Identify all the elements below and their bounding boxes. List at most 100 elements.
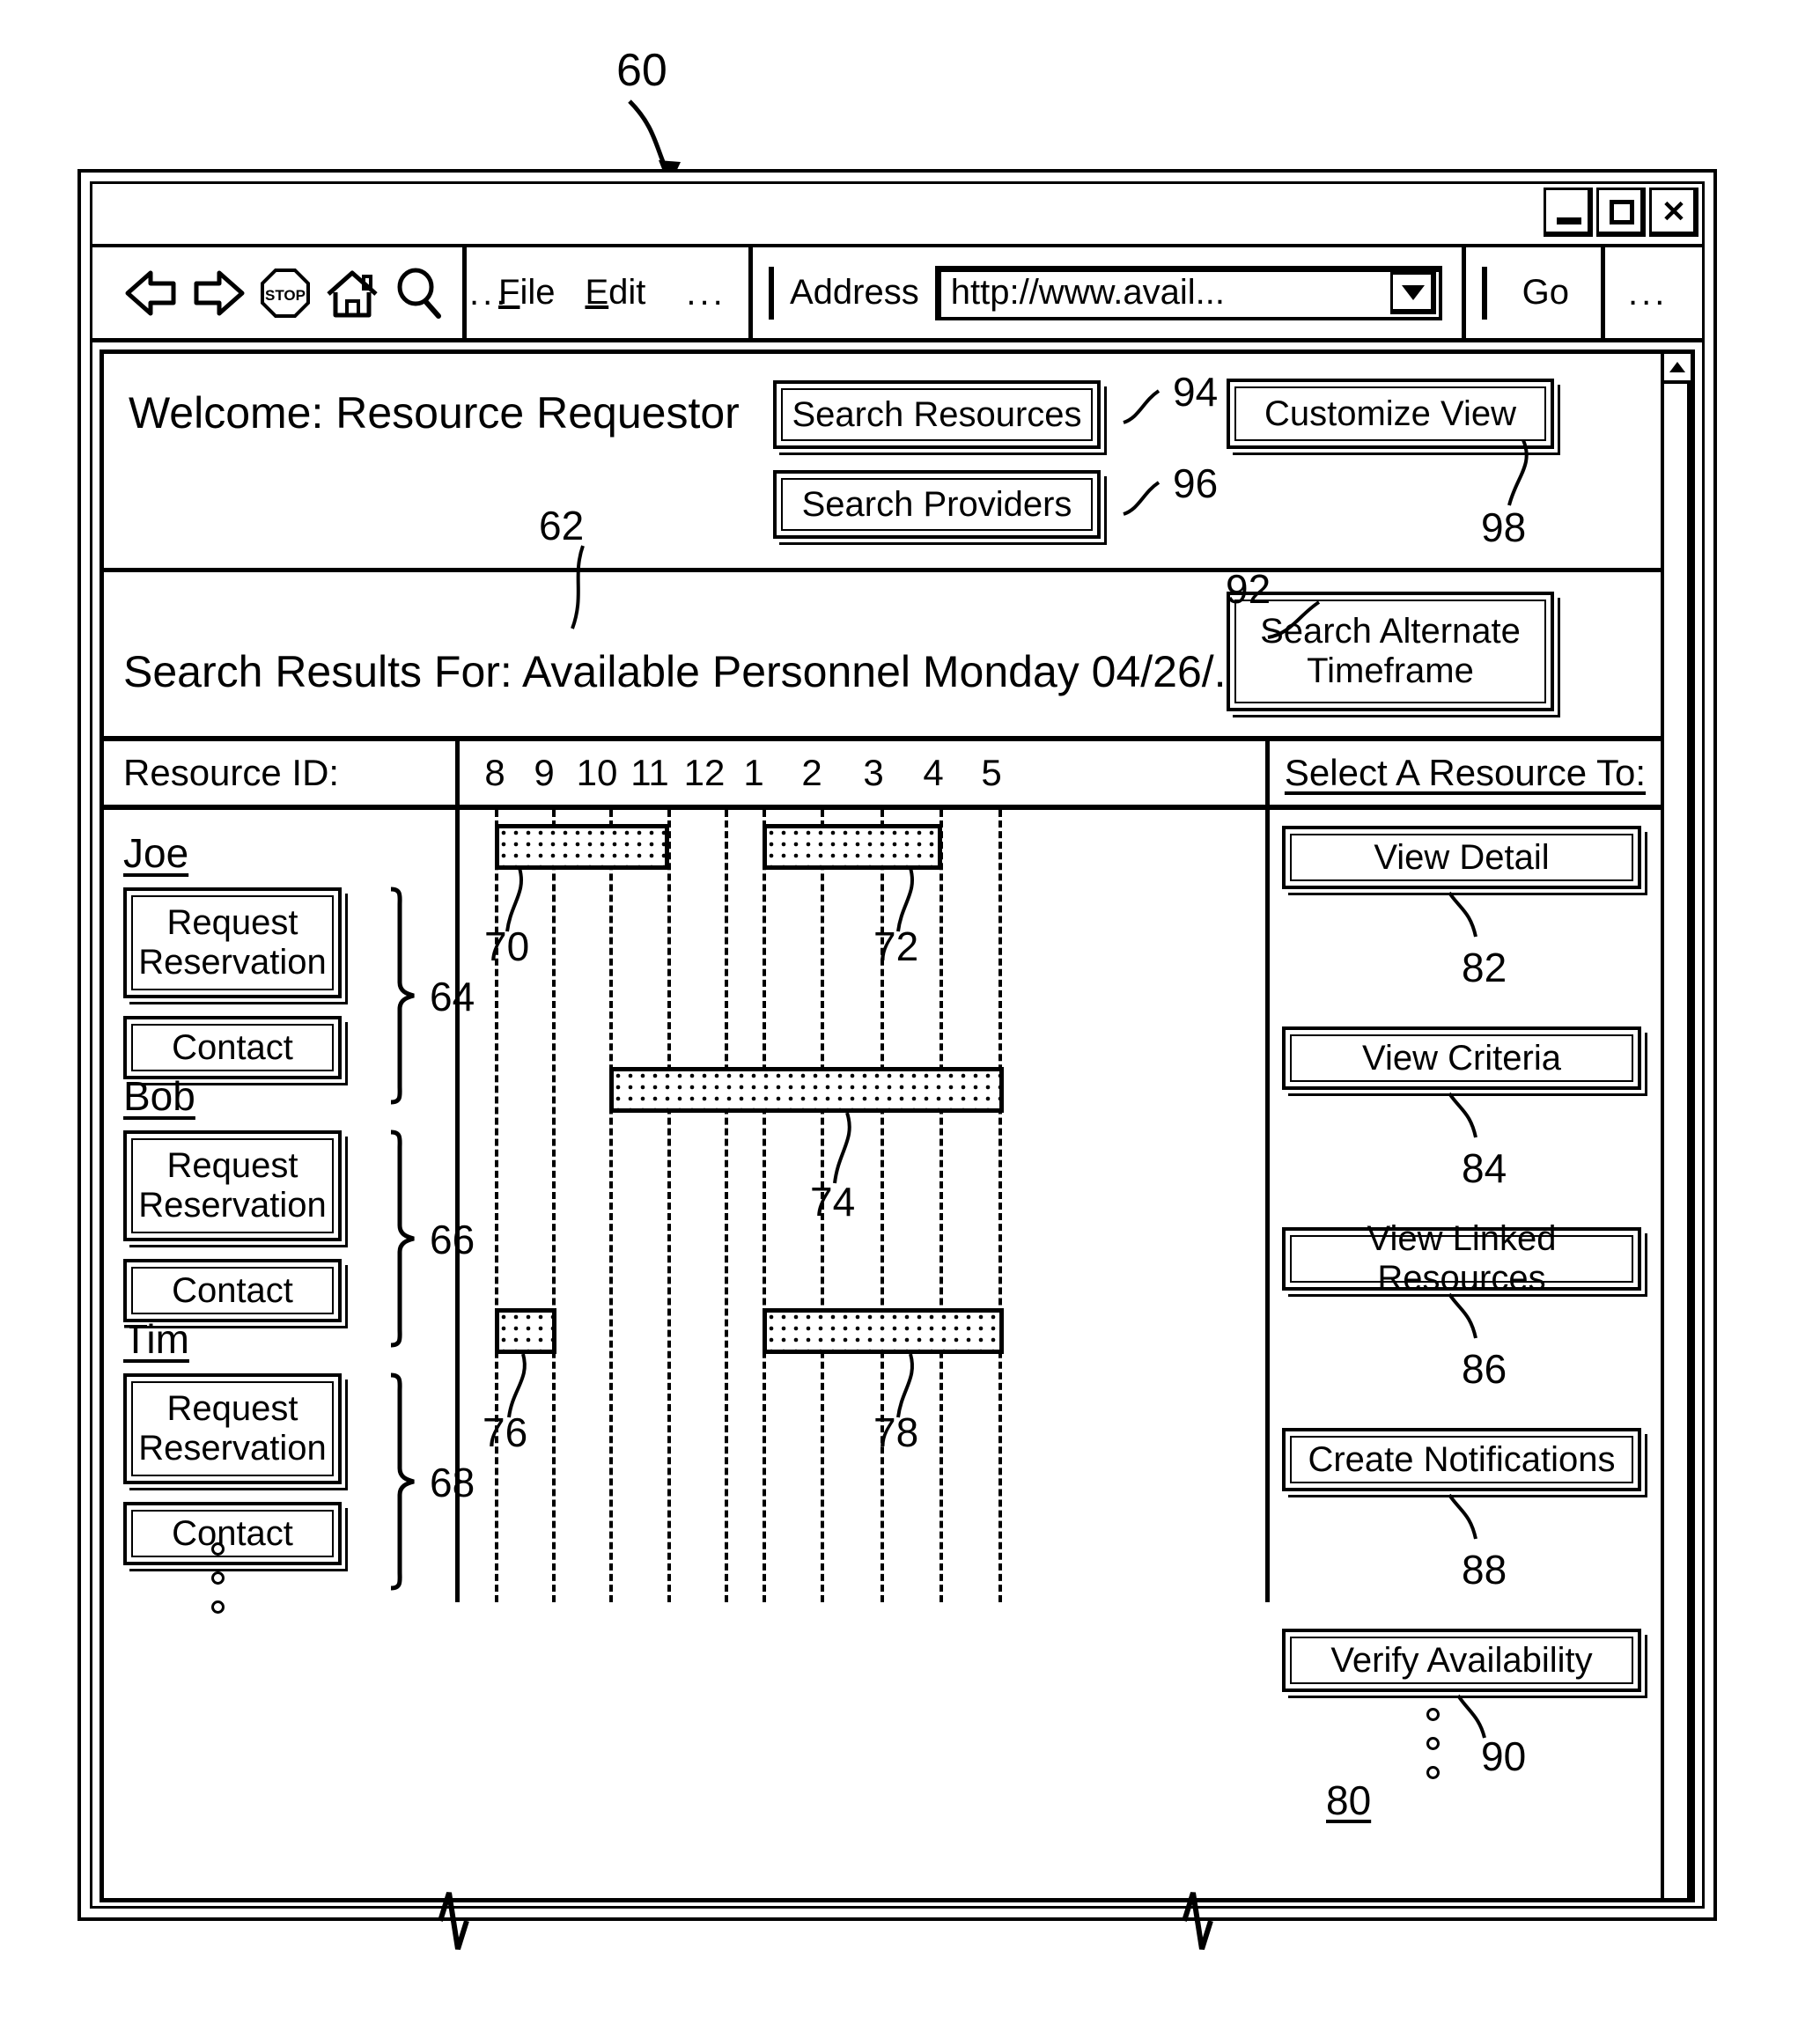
callout-72: 72	[873, 923, 919, 969]
resource-entry-bob: Bob Request Reservation Contact	[123, 1072, 387, 1322]
callout-70: 70	[484, 923, 530, 969]
availability-bar-78[interactable]	[763, 1308, 1004, 1354]
availability-bar-74[interactable]	[609, 1067, 1004, 1113]
minimize-button[interactable]	[1544, 188, 1593, 237]
hour-tick-3: 3	[863, 752, 884, 793]
go-grip[interactable]	[1481, 266, 1487, 320]
request-line1: Request	[166, 1146, 298, 1186]
leader-line-82	[1448, 891, 1477, 938]
callout-62: 62	[539, 503, 585, 548]
contact-button-tim[interactable]: Contact	[123, 1502, 342, 1565]
gridline-11	[667, 810, 671, 1602]
resource-list-column: Joe Request Reservation Contact 64 Bob R…	[104, 810, 475, 1614]
figure-number-60: 60	[616, 45, 667, 96]
search-alternate-line2: Timeframe	[1307, 651, 1474, 690]
callout-76: 76	[483, 1409, 528, 1455]
minimize-icon	[1557, 217, 1581, 224]
request-reservation-button-tim[interactable]: Request Reservation	[123, 1373, 342, 1484]
toolbar-trailing-overflow-icon[interactable]: ...	[1628, 276, 1668, 311]
go-group: Go	[1466, 247, 1601, 338]
home-icon[interactable]	[325, 266, 379, 320]
availability-bar-70[interactable]	[495, 824, 669, 870]
gridline-1	[763, 810, 766, 1602]
view-detail-button[interactable]: View Detail	[1282, 826, 1641, 889]
request-line2: Reservation	[138, 943, 327, 982]
callout-84: 84	[1462, 1145, 1507, 1191]
vertical-scrollbar[interactable]	[1661, 354, 1691, 1898]
group-brace-bob	[386, 1129, 421, 1353]
search-resources-button[interactable]: Search Resources	[773, 380, 1101, 449]
hour-tick-4: 4	[923, 752, 944, 793]
gridline-4	[939, 810, 943, 1602]
address-grip[interactable]	[769, 266, 774, 320]
callout-96: 96	[1173, 460, 1219, 506]
hour-tick-2: 2	[801, 752, 822, 793]
actions-more-indicator	[1426, 1708, 1440, 1779]
request-reservation-button-bob[interactable]: Request Reservation	[123, 1130, 342, 1241]
resource-entry-tim: Tim Request Reservation Contact	[123, 1315, 387, 1565]
request-line1: Request	[166, 903, 298, 943]
view-linked-resources-button[interactable]: View Linked Resources	[1282, 1219, 1641, 1298]
gridline-5	[998, 810, 1002, 1602]
menu-overflow-icon[interactable]: ...	[686, 276, 726, 311]
hour-tick-11: 11	[630, 752, 669, 793]
close-button[interactable]: ✕	[1649, 188, 1698, 237]
request-line2: Reservation	[138, 1186, 327, 1225]
group-brace-joe	[386, 886, 421, 1110]
resource-name-tim[interactable]: Tim	[123, 1315, 189, 1363]
svg-text:STOP: STOP	[265, 287, 306, 304]
maximize-icon	[1610, 200, 1634, 224]
page-content: Welcome: Resource Requestor Search Resou…	[99, 349, 1695, 1902]
request-line1: Request	[166, 1389, 298, 1429]
search-results-label: Search Results For: Available Personnel …	[123, 647, 1264, 696]
resource-id-column-header: Resource ID:	[104, 741, 460, 805]
gridline-12	[725, 810, 728, 1602]
contact-button-joe[interactable]: Contact	[123, 1016, 342, 1079]
callout-90: 90	[1481, 1733, 1527, 1779]
availability-bar-72[interactable]	[763, 824, 942, 870]
view-criteria-button[interactable]: View Criteria	[1282, 1026, 1641, 1090]
scroll-track[interactable]	[1664, 384, 1691, 1898]
callout-78: 78	[873, 1409, 919, 1455]
go-button[interactable]: Go	[1503, 273, 1588, 313]
hour-tick-5: 5	[981, 752, 1002, 793]
menu-edit[interactable]: Edit	[585, 273, 645, 313]
maximize-button[interactable]	[1596, 188, 1646, 237]
close-icon: ✕	[1661, 195, 1687, 229]
resource-name-joe[interactable]: Joe	[123, 829, 188, 877]
hour-tick-12: 12	[683, 752, 726, 793]
dot-1	[211, 1542, 225, 1556]
hour-tick-8: 8	[484, 752, 505, 793]
toolbar-trailing-group: ...	[1605, 247, 1702, 338]
menu-file[interactable]: File	[498, 273, 555, 313]
window-inner-frame: ✕ STOP ... File Edit ... Address http://…	[90, 181, 1705, 1909]
address-input[interactable]: http://www.avail...	[934, 265, 1442, 320]
scroll-up-button[interactable]	[1664, 354, 1691, 384]
forward-arrow-icon[interactable]	[191, 266, 246, 320]
welcome-band: Welcome: Resource Requestor Search Resou…	[104, 354, 1661, 572]
callout-88: 88	[1462, 1547, 1507, 1593]
search-providers-button[interactable]: Search Providers	[773, 470, 1101, 539]
verify-availability-button[interactable]: Verify Availability	[1282, 1629, 1641, 1692]
resource-list-more-indicator	[211, 1542, 225, 1614]
availability-timeline: 70 72 74 76 78	[460, 810, 1270, 1602]
table-body: Joe Request Reservation Contact 64 Bob R…	[104, 810, 1661, 1823]
table-header-row: Resource ID: 8 9 10 11 12 1 2 3 4 5 Sele…	[104, 741, 1661, 810]
request-reservation-button-joe[interactable]: Request Reservation	[123, 887, 342, 998]
callout-80: 80	[1326, 1777, 1372, 1823]
dot-2	[211, 1571, 225, 1585]
customize-view-button[interactable]: Customize View	[1227, 379, 1554, 449]
back-arrow-icon[interactable]	[124, 266, 179, 320]
resource-name-bob[interactable]: Bob	[123, 1072, 195, 1120]
callout-86: 86	[1462, 1346, 1507, 1392]
contact-button-bob[interactable]: Contact	[123, 1259, 342, 1322]
search-icon[interactable]	[392, 266, 446, 320]
create-notifications-button[interactable]: Create Notifications	[1282, 1428, 1641, 1491]
availability-bar-76[interactable]	[495, 1308, 556, 1354]
stop-icon[interactable]: STOP	[258, 266, 313, 320]
address-dropdown-button[interactable]	[1389, 271, 1436, 314]
browser-toolbar: STOP ... File Edit ... Address http://ww…	[92, 247, 1702, 342]
address-label: Address	[790, 273, 919, 312]
search-alternate-timeframe-button[interactable]: Search Alternate Timeframe	[1227, 592, 1554, 711]
address-value: http://www.avail...	[950, 273, 1225, 312]
